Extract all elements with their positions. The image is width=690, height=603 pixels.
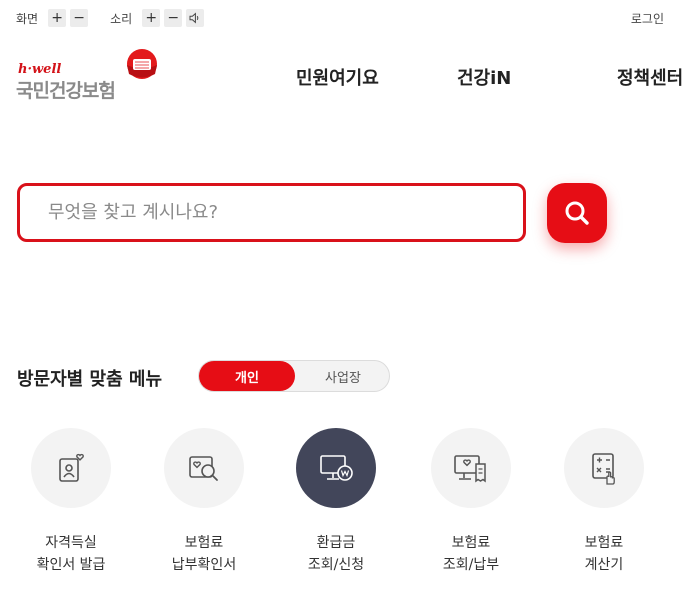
calculator-icon	[592, 453, 615, 485]
main-nav: 민원여기요 건강iN 정책센터	[0, 64, 690, 90]
search-button[interactable]	[547, 183, 607, 243]
nav-item-health-in[interactable]: 건강iN	[457, 64, 511, 90]
menu-icon-circle	[564, 428, 644, 508]
search-box	[17, 183, 526, 242]
menu-label-line2: 확인서 발급	[36, 557, 106, 573]
menu-label-line2: 조회/신청	[307, 557, 365, 573]
nav-item-policy[interactable]: 정책센터	[617, 64, 683, 90]
document-search-icon	[189, 456, 218, 481]
screen-zoom-group: 화면 + −	[16, 9, 89, 27]
id-card-icon	[59, 453, 84, 482]
nav-item-civil[interactable]: 민원여기요	[296, 64, 379, 90]
visitor-menu-title: 방문자별 맞춤 메뉴	[17, 369, 163, 390]
monitor-refund-icon	[320, 455, 353, 481]
menu-label-line2: 계산기	[584, 557, 624, 573]
search-input[interactable]	[48, 202, 488, 223]
screen-zoom-label: 화면	[16, 11, 39, 26]
menu-icon-circle	[296, 428, 376, 508]
speaker-icon	[189, 12, 199, 24]
search-icon	[565, 201, 589, 225]
menu-premium-calculator[interactable]: 보험료 계산기	[544, 428, 664, 576]
sound-group: 소리 + −	[110, 9, 205, 27]
login-link[interactable]: 로그인	[631, 10, 664, 27]
screen-zoom-in-button[interactable]: +	[48, 9, 67, 27]
menu-qualification-certificate[interactable]: 자격득실 확인서 발급	[11, 428, 131, 576]
menu-premium-inquiry-payment[interactable]: 보험료 조회/납부	[411, 428, 531, 576]
monitor-receipt-icon	[454, 455, 486, 483]
menu-refund-inquiry[interactable]: 환급금 조회/신청	[276, 428, 396, 576]
menu-label: 환급금 조회/신청	[276, 532, 396, 576]
menu-label-line1: 보험료	[184, 535, 224, 551]
menu-label-line2: 납부확인서	[171, 557, 237, 573]
utility-bar: 화면 + − 소리 + − 로그인	[16, 8, 664, 28]
screen-zoom-out-button[interactable]: −	[70, 9, 89, 27]
visitor-type-toggle: 개인 사업장	[198, 360, 390, 392]
menu-label-line1: 보험료	[451, 535, 491, 551]
menu-icon-circle	[431, 428, 511, 508]
menu-label-line1: 환급금	[316, 535, 356, 551]
sound-label: 소리	[110, 11, 133, 26]
menu-label: 보험료 계산기	[544, 532, 664, 576]
speaker-button[interactable]	[186, 9, 205, 27]
menu-label-line1: 자격득실	[45, 535, 97, 551]
menu-premium-payment-certificate[interactable]: 보험료 납부확인서	[144, 428, 264, 576]
quick-menu-list: 자격득실 확인서 발급 보험료 납부확인서 환급금 조회/신청 보험료 조회/납…	[0, 428, 690, 588]
menu-label: 보험료 납부확인서	[144, 532, 264, 576]
tab-business[interactable]: 사업장	[295, 361, 391, 391]
menu-icon-circle	[164, 428, 244, 508]
tab-personal[interactable]: 개인	[199, 361, 295, 391]
menu-label-line1: 보험료	[584, 535, 624, 551]
menu-label: 자격득실 확인서 발급	[11, 532, 131, 576]
menu-label: 보험료 조회/납부	[411, 532, 531, 576]
sound-up-button[interactable]: +	[142, 9, 161, 27]
menu-icon-circle	[31, 428, 111, 508]
sound-down-button[interactable]: −	[164, 9, 183, 27]
menu-label-line2: 조회/납부	[442, 557, 500, 573]
